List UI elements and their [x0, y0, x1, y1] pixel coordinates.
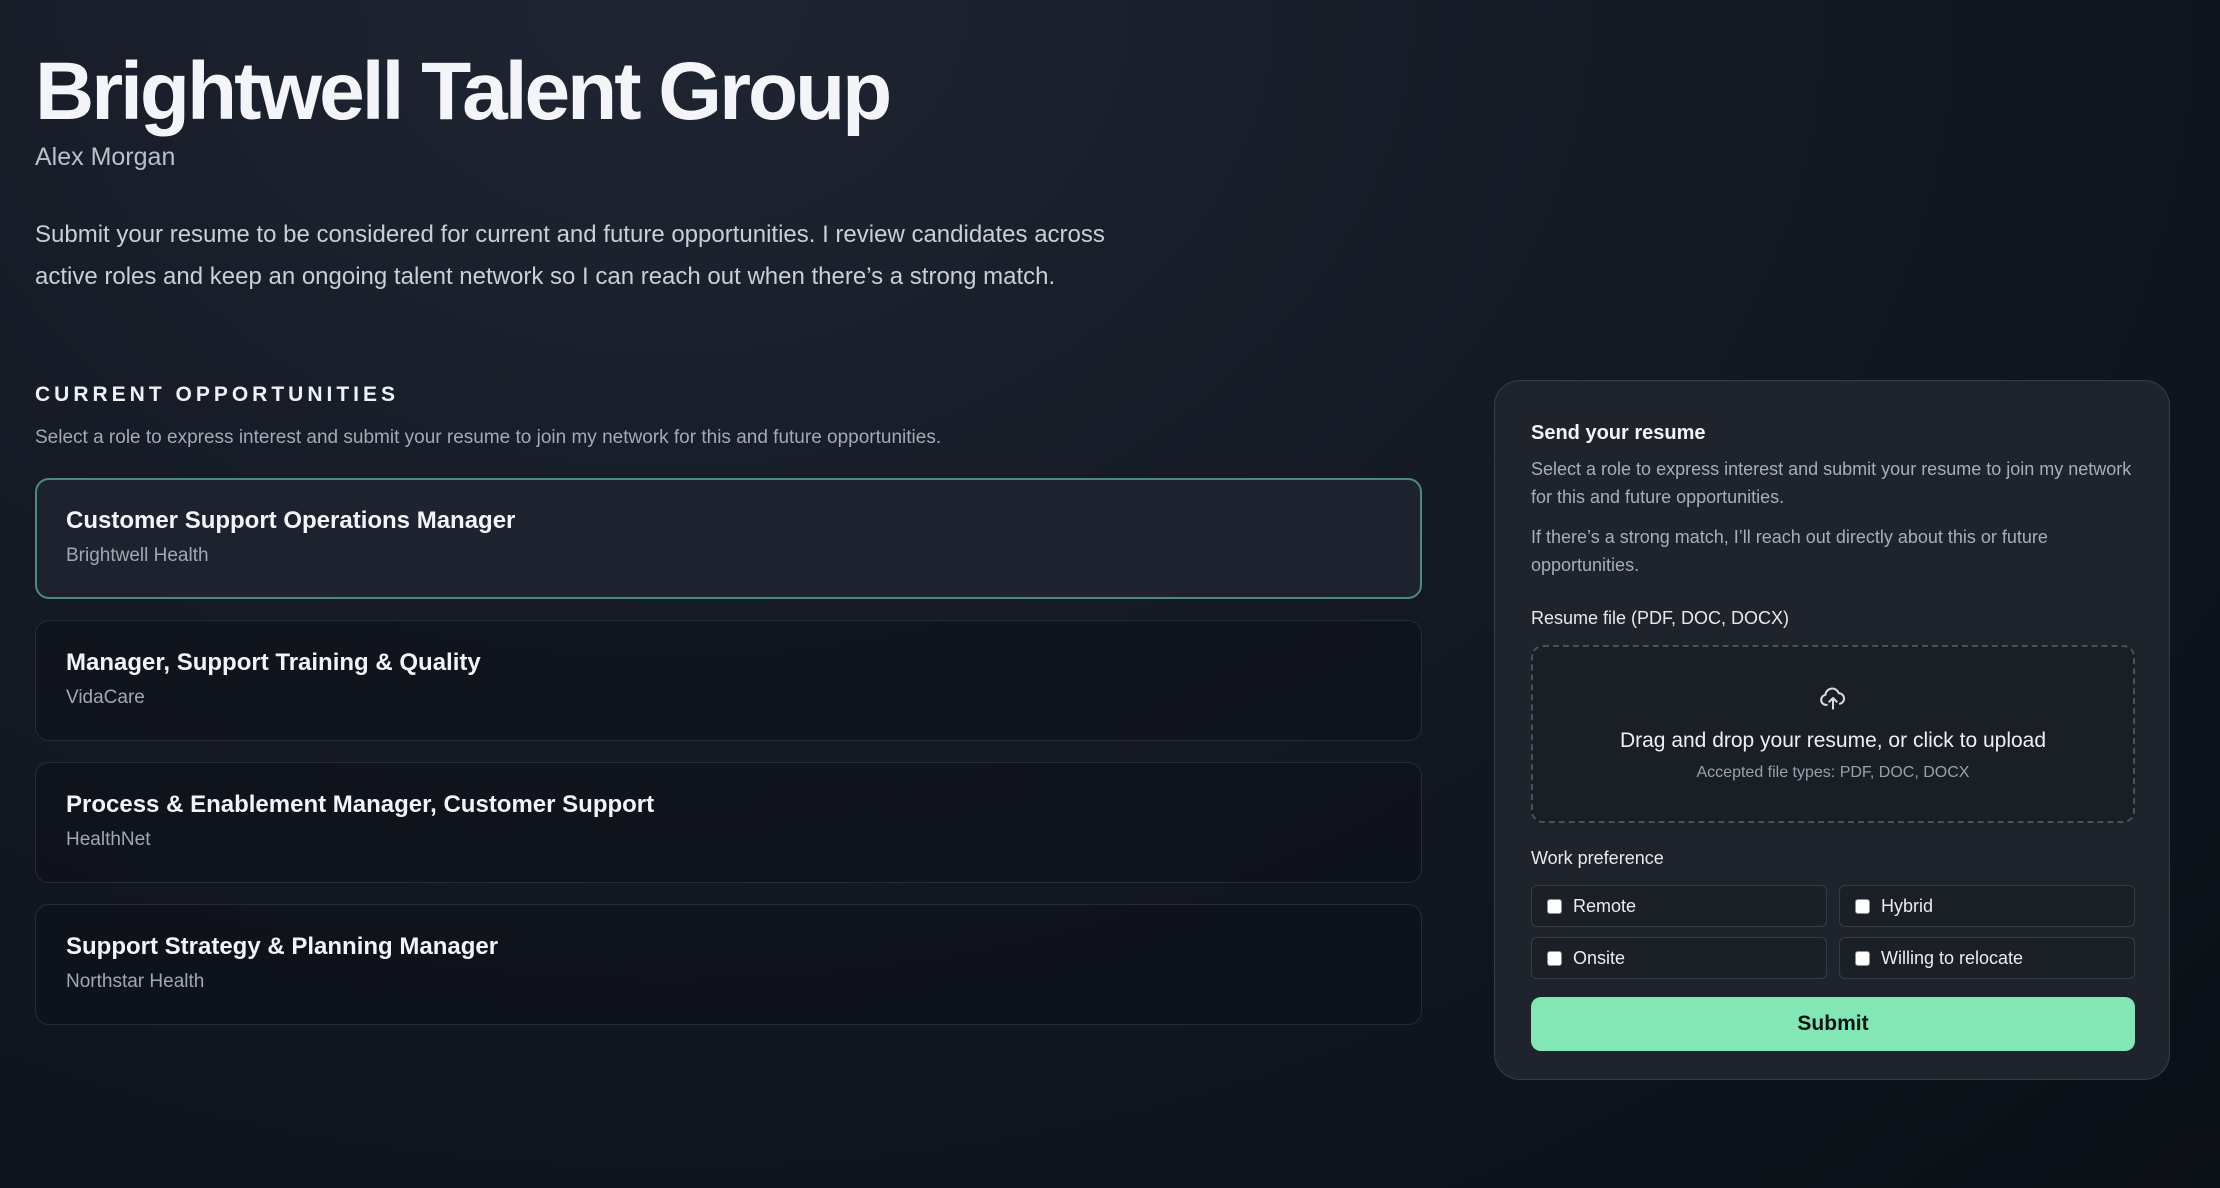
role-card-manager-support-training-quality[interactable]: Manager, Support Training & Quality Vida…	[35, 620, 1422, 741]
role-card-support-strategy-planning-manager[interactable]: Support Strategy & Planning Manager Nort…	[35, 904, 1422, 1025]
pref-label-onsite: Onsite	[1573, 947, 1626, 968]
page-header: Brightwell Talent Group Alex Morgan Subm…	[35, 44, 1235, 298]
form-description: Select a role to express interest and su…	[1531, 459, 2132, 507]
pref-label-remote: Remote	[1573, 895, 1637, 916]
roles-list: Customer Support Operations Manager Brig…	[35, 478, 1422, 1025]
cloud-upload-icon	[1818, 683, 1848, 713]
pref-option-hybrid[interactable]: Hybrid	[1839, 885, 2135, 927]
onsite-checkbox[interactable]	[1547, 950, 1562, 966]
section-subtitle: Select a role to express interest and su…	[35, 427, 942, 448]
intro-text: Submit your resume to be considered for …	[35, 221, 1105, 290]
role-company: HealthNet	[66, 829, 151, 850]
role-card-customer-support-operations-manager[interactable]: Customer Support Operations Manager Brig…	[35, 478, 1422, 599]
pref-label-hybrid: Hybrid	[1881, 895, 1934, 916]
owner-name: Alex Morgan	[35, 143, 176, 171]
pref-option-remote[interactable]: Remote	[1531, 885, 1827, 927]
role-company: VidaCare	[66, 687, 145, 708]
resume-dropzone[interactable]: Drag and drop your resume, or click to u…	[1531, 645, 2135, 823]
role-card-process-enablement-manager[interactable]: Process & Enablement Manager, Customer S…	[35, 762, 1422, 883]
role-title: Customer Support Operations Manager	[66, 507, 516, 534]
dropzone-instruction: Drag and drop your resume, or click to u…	[1619, 729, 2047, 752]
work-preference-options: Remote Hybrid Onsite Willing to relocate	[1531, 885, 2135, 979]
work-preference-label: Work preference	[1531, 848, 1664, 868]
form-match-note: If there’s a strong match, I’ll reach ou…	[1531, 527, 2048, 575]
pref-option-onsite[interactable]: Onsite	[1531, 937, 1827, 979]
submit-button[interactable]: Submit	[1531, 997, 2135, 1051]
pref-option-relocate[interactable]: Willing to relocate	[1839, 937, 2135, 979]
role-title: Process & Enablement Manager, Customer S…	[66, 791, 655, 818]
form-title: Send your resume	[1531, 422, 1706, 444]
resume-form-panel: Send your resume Select a role to expres…	[1494, 380, 2170, 1080]
role-title: Support Strategy & Planning Manager	[66, 933, 499, 960]
role-company: Brightwell Health	[66, 545, 209, 566]
resume-file-label: Resume file (PDF, DOC, DOCX)	[1531, 608, 1790, 628]
hybrid-checkbox[interactable]	[1855, 898, 1870, 914]
role-company: Northstar Health	[66, 971, 205, 992]
dropzone-file-types: Accepted file types: PDF, DOC, DOCX	[1696, 764, 1970, 781]
relocate-checkbox[interactable]	[1855, 950, 1870, 966]
role-title: Manager, Support Training & Quality	[66, 649, 481, 676]
opportunities-section: CURRENT OPPORTUNITIES Select a role to e…	[35, 380, 1422, 1046]
brand-title: Brightwell Talent Group	[35, 46, 892, 137]
pref-label-relocate: Willing to relocate	[1881, 947, 2024, 968]
remote-checkbox[interactable]	[1547, 898, 1562, 914]
section-title: CURRENT OPPORTUNITIES	[35, 383, 400, 406]
